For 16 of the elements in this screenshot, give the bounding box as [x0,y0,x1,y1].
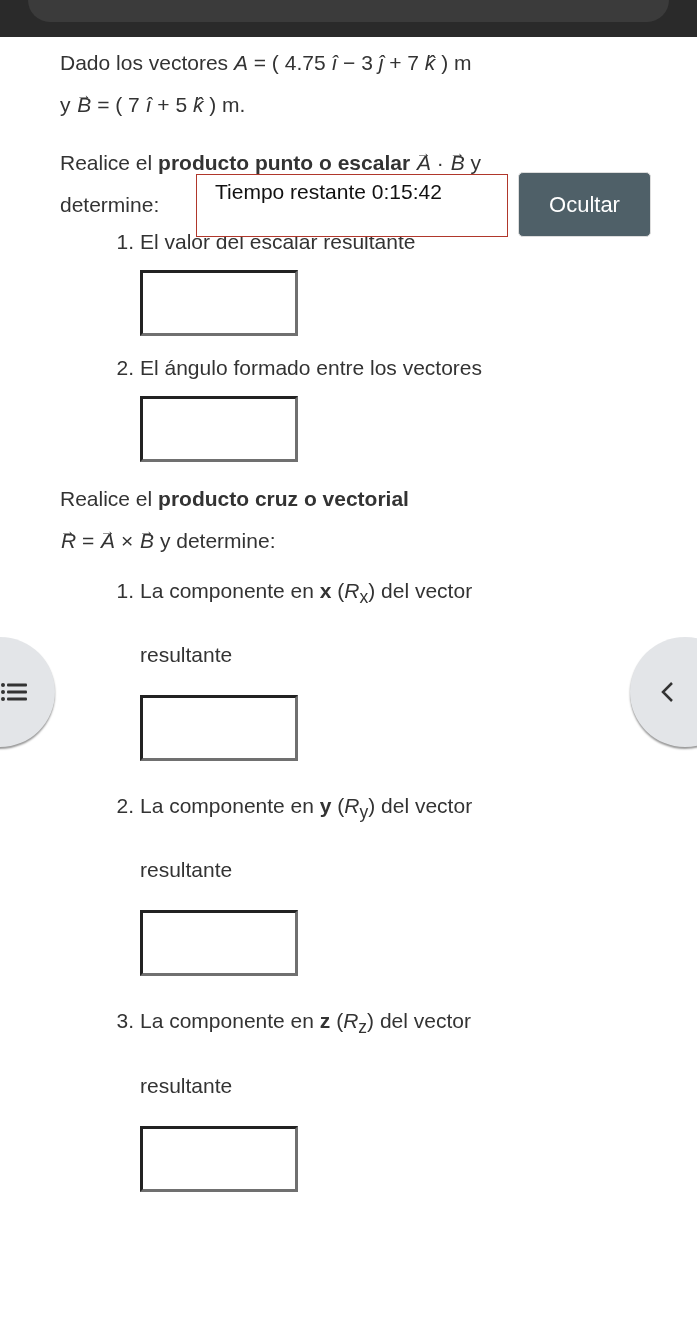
question-text: La componente en y (R$_{y}$) del vector resultante [140,793,474,884]
question-number: 3. [115,1008,135,1035]
instruction-text: Realice el producto cruz o vectorial [60,486,409,512]
question-number: 2. [115,793,135,820]
instruction-text: Realice el producto punto o escalar $^{→}$A · $^{→}$B y [60,143,481,176]
question-text: La componente en x (R$_{x}$) del vector resultante [140,578,474,669]
question-text: El ángulo formado entre los vectores [140,355,484,381]
hide-button[interactable]: Ocultar [518,172,651,237]
instruction-text: determine: [60,192,160,218]
question-number: 1. [115,229,135,255]
question-number: 2. [115,355,135,381]
vector-text: y $^{→}$B = ( 7 î + 5 k̂ ) m. [60,85,246,118]
question-text: La componente en z (R$_{z}$) del vector resultante [140,1008,472,1099]
question-number: 1. [115,578,135,604]
timer-box: Tiempo restante 0:15:42 [196,174,508,237]
vector-text: Dado los vectores A = ( 4.75 î − 3 ĵ + 7 k̂ ) m [60,50,472,76]
